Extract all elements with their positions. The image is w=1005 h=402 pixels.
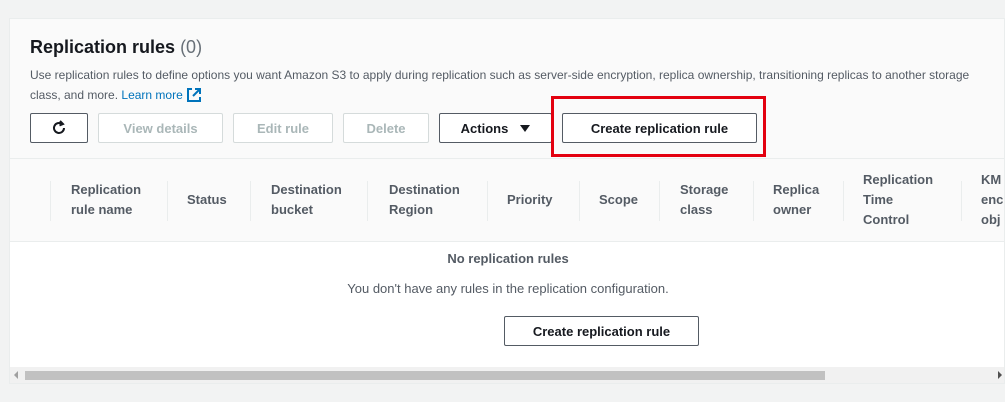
actions-label: Actions (460, 120, 509, 136)
column-separator (167, 181, 168, 221)
column-header[interactable]: Destination Region (389, 159, 460, 241)
refresh-button[interactable] (30, 113, 88, 143)
highlight-box (551, 96, 766, 157)
column-header[interactable]: Scope (599, 159, 638, 241)
column-separator (50, 181, 51, 221)
column-header[interactable]: Status (187, 159, 227, 241)
learn-more-link[interactable]: Learn more (121, 88, 201, 102)
external-link-icon (186, 88, 201, 102)
scroll-right-icon[interactable] (998, 371, 1002, 379)
empty-state-title: No replication rules (447, 251, 569, 266)
description: Use replication rules to define options … (30, 65, 970, 105)
column-header[interactable]: Storage class (680, 159, 728, 241)
view-details-button[interactable]: View details (98, 113, 223, 143)
horizontal-scrollbar[interactable] (10, 367, 1004, 383)
column-separator (753, 181, 754, 221)
column-separator (487, 181, 488, 221)
edit-rule-button[interactable]: Edit rule (233, 113, 333, 143)
panel-header: Replication rules (0) Use replication ru… (10, 19, 1004, 158)
column-header[interactable]: Replica owner (773, 159, 819, 241)
column-separator (367, 181, 368, 221)
column-separator (961, 181, 962, 221)
refresh-icon (53, 120, 65, 134)
column-header[interactable]: Destination bucket (271, 159, 342, 241)
column-separator (250, 181, 251, 221)
column-header[interactable]: Replication rule name (71, 159, 141, 241)
column-header[interactable]: Priority (507, 159, 553, 241)
column-separator (659, 181, 660, 221)
scrollbar-thumb[interactable] (25, 371, 825, 380)
title-text: Replication rules (30, 37, 176, 57)
page-title: Replication rules (0) (30, 37, 202, 58)
caret-down-icon (520, 124, 531, 132)
column-separator (843, 181, 844, 221)
empty-create-replication-rule-button[interactable]: Create replication rule (504, 316, 699, 346)
column-header[interactable]: Replication Time Control (863, 159, 933, 241)
scroll-left-icon[interactable] (14, 371, 18, 379)
column-separator (579, 181, 580, 221)
column-header[interactable]: KM enc obj (981, 159, 1003, 241)
delete-button[interactable]: Delete (343, 113, 429, 143)
table-header: Replication rule name Status Destination b… (10, 158, 1004, 242)
replication-rules-panel: Replication rules (0) Use replication ru… (9, 18, 1005, 384)
rule-count: (0) (180, 37, 203, 57)
learn-more-label: Learn more (121, 88, 183, 102)
actions-dropdown[interactable]: Actions (439, 113, 552, 143)
empty-state-message: You don't have any rules in the replicat… (347, 281, 669, 296)
